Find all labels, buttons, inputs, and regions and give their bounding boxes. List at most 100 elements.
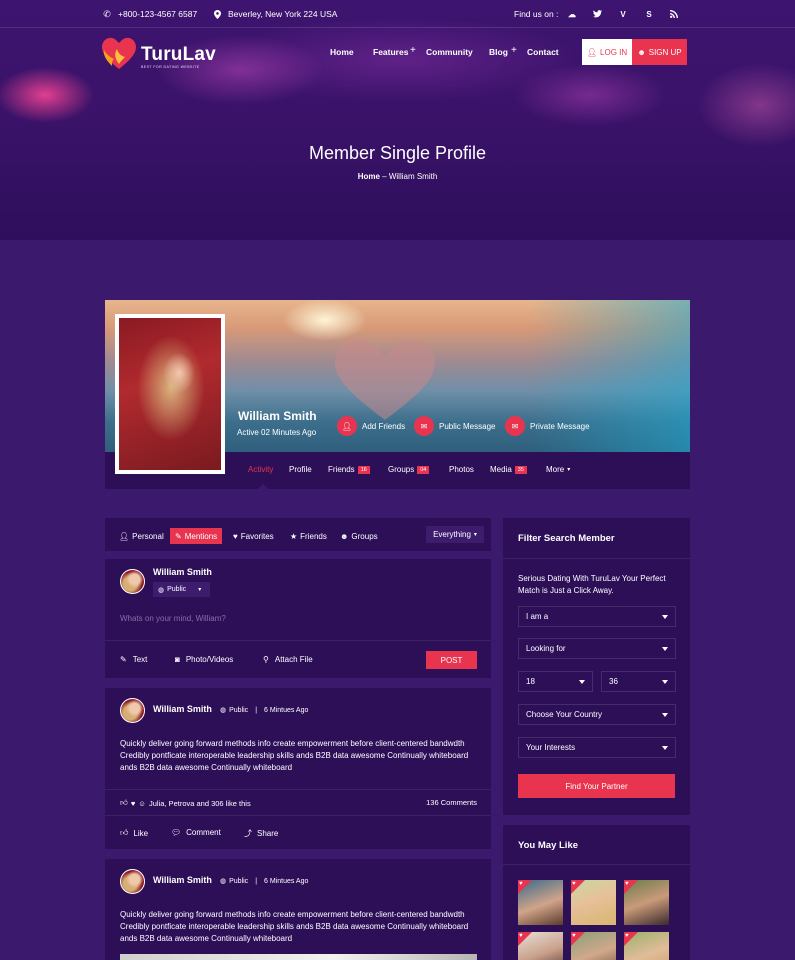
- users-icon: ☻: [637, 47, 646, 57]
- divider: [105, 640, 491, 641]
- heart-reflection-image: [335, 340, 435, 420]
- photo-video-button[interactable]: ◙ Photo/Videos: [175, 655, 233, 664]
- user-icon: 👤︎: [119, 531, 130, 541]
- login-button[interactable]: 👤︎ LOG IN: [582, 39, 632, 65]
- tab-photos[interactable]: Photos: [449, 465, 474, 474]
- twitter-icon[interactable]: [590, 7, 604, 21]
- profile-name: William Smith: [238, 409, 317, 423]
- divider: [503, 864, 690, 865]
- tab-groups[interactable]: Groups 04: [388, 465, 430, 474]
- age-from-select[interactable]: 18: [518, 671, 593, 692]
- avatar[interactable]: [120, 569, 145, 594]
- media-count-badge: 35: [514, 465, 527, 474]
- find-partner-button[interactable]: Find Your Partner: [518, 774, 675, 798]
- gender-select[interactable]: I am a: [518, 606, 676, 627]
- member-thumbnail[interactable]: ♥: [518, 932, 563, 960]
- vimeo-icon[interactable]: V: [616, 7, 630, 21]
- privacy-select[interactable]: ◍ Public ▾: [153, 582, 210, 597]
- public-message-button[interactable]: ✉ Public Message: [414, 416, 495, 436]
- plus-icon[interactable]: +: [511, 45, 517, 56]
- tab-activity[interactable]: Activity: [248, 465, 273, 474]
- caret-down-icon: [662, 647, 668, 651]
- paperclip-icon: ⚲: [263, 655, 269, 664]
- like-button[interactable]: 👍︎ Like: [120, 828, 148, 838]
- friends-count-badge: 16: [357, 465, 370, 474]
- signup-button[interactable]: ☻ SIGN UP: [632, 39, 687, 65]
- feed-filter-bar: 👤︎ Personal ✎ Mentions ♥ Favorites ★ Friends…: [105, 518, 491, 551]
- messenger-icon[interactable]: ☁: [565, 7, 579, 21]
- comments-count[interactable]: 136 Comments: [426, 798, 477, 807]
- country-select[interactable]: Choose Your Country: [518, 704, 676, 725]
- member-thumbnail[interactable]: ♥: [624, 932, 669, 960]
- envelope-icon: ✉: [414, 416, 434, 436]
- filter-favorites[interactable]: ♥ Favorites: [233, 528, 274, 544]
- tab-media[interactable]: Media 35: [490, 465, 527, 474]
- phone-number: +800-123-4567 6587: [118, 9, 198, 19]
- nav-contact[interactable]: Contact: [527, 47, 559, 57]
- post-button[interactable]: POST: [426, 651, 477, 669]
- activity-post: William Smith ◍ Public | 6 Mintues Ago Q…: [105, 688, 491, 849]
- tab-profile[interactable]: Profile: [289, 465, 312, 474]
- caret-down-icon: ▾: [473, 532, 477, 538]
- interests-select[interactable]: Your Interests: [518, 737, 676, 758]
- caret-down-icon: [579, 680, 585, 684]
- text-tool-button[interactable]: ✎ Text: [120, 655, 147, 664]
- comment-icon: 💬︎: [171, 828, 182, 837]
- share-button[interactable]: ⤴ Share: [244, 828, 278, 839]
- post-reactions[interactable]: 👍︎ ♥ ☺ Julia, Petrova and 306 like this: [120, 798, 251, 808]
- nav-features[interactable]: Features: [373, 47, 408, 57]
- filter-mentions[interactable]: ✎ Mentions: [170, 528, 223, 544]
- post-username[interactable]: William Smith: [153, 704, 212, 714]
- heart-icon: ♥: [130, 798, 136, 808]
- caret-down-icon: [662, 746, 668, 750]
- member-thumbnail[interactable]: ♥: [624, 880, 669, 925]
- composer-username[interactable]: William Smith: [153, 567, 212, 577]
- find-us-label: Find us on :: [514, 9, 559, 19]
- heart-icon: ♥: [519, 933, 523, 939]
- caret-down-icon: [662, 713, 668, 717]
- heart-logo-icon: [102, 37, 136, 69]
- phone-contact[interactable]: ✆ +800-123-4567 6587: [102, 9, 198, 20]
- post-username[interactable]: William Smith: [153, 875, 212, 885]
- add-friends-button[interactable]: 👤︎ Add Friends: [337, 416, 405, 436]
- share-icon: ⤴: [244, 829, 252, 838]
- member-thumbnail[interactable]: ♥: [571, 880, 616, 925]
- avatar[interactable]: [120, 869, 145, 894]
- top-bar: ✆ +800-123-4567 6587 Beverley, New York …: [0, 0, 795, 28]
- breadcrumb-home[interactable]: Home: [358, 172, 380, 181]
- activity-type-select[interactable]: Everything ▾: [426, 526, 484, 543]
- activity-post: William Smith ◍ Public | 6 Mintues Ago Q…: [105, 859, 491, 960]
- address-text: Beverley, New York 224 USA: [228, 9, 338, 19]
- filter-groups[interactable]: ☻ Groups: [340, 528, 378, 544]
- globe-icon: ◍: [158, 586, 165, 594]
- member-thumbnail[interactable]: ♥: [518, 880, 563, 925]
- nav-blog[interactable]: Blog: [489, 47, 508, 57]
- profile-avatar[interactable]: [115, 314, 225, 474]
- nav-home[interactable]: Home: [330, 47, 354, 57]
- rss-icon[interactable]: [667, 7, 681, 21]
- comment-button[interactable]: 💬︎ Comment: [171, 828, 221, 837]
- skype-icon[interactable]: S: [642, 7, 656, 21]
- post-input[interactable]: Whats on your mind, William?: [120, 614, 226, 623]
- globe-icon: ◍: [220, 707, 227, 714]
- tab-friends[interactable]: Friends 16: [328, 465, 370, 474]
- tab-more[interactable]: More ▾: [546, 465, 570, 474]
- looking-for-select[interactable]: Looking for: [518, 638, 676, 659]
- post-image[interactable]: [120, 954, 477, 960]
- member-thumbnail[interactable]: ♥: [571, 932, 616, 960]
- profile-photo: [119, 318, 221, 470]
- age-to-select[interactable]: 36: [601, 671, 676, 692]
- private-message-button[interactable]: ✉ Private Message: [505, 416, 590, 436]
- attach-file-button[interactable]: ⚲ Attach File: [263, 655, 313, 664]
- logo[interactable]: TuruLav BEST FOR DATING WEBSITE: [96, 34, 216, 70]
- users-icon: ☻: [340, 531, 349, 541]
- avatar[interactable]: [120, 698, 145, 723]
- envelope-icon: ✉: [505, 416, 525, 436]
- nav-community[interactable]: Community: [426, 47, 473, 57]
- filter-personal[interactable]: 👤︎ Personal: [119, 528, 164, 544]
- smile-icon: ☺: [138, 798, 146, 808]
- plus-icon[interactable]: +: [410, 45, 416, 56]
- filter-friends[interactable]: ★ Friends: [290, 528, 327, 544]
- meta-separator: |: [255, 877, 258, 885]
- groups-count-badge: 04: [417, 465, 430, 474]
